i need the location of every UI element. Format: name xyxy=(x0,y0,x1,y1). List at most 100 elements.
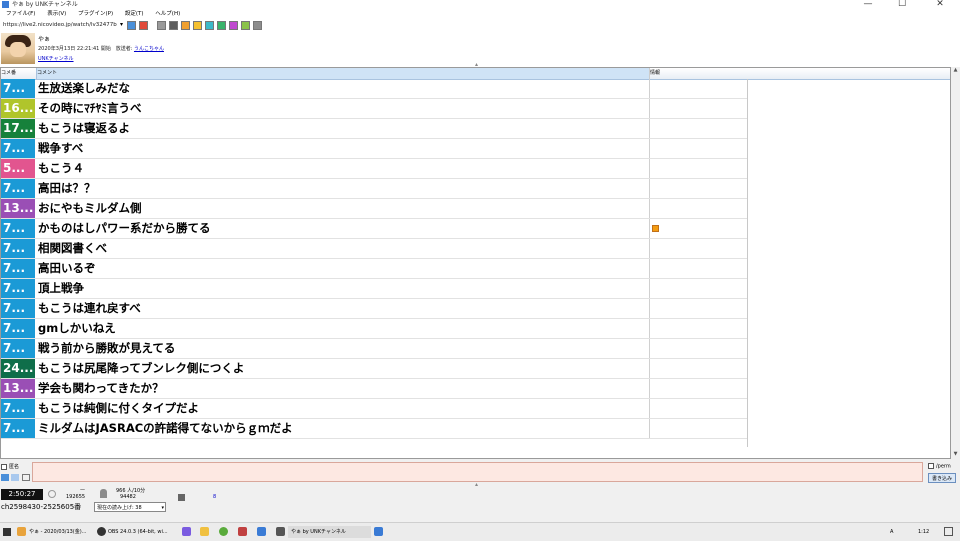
column-header-number[interactable]: コメ番 xyxy=(1,68,35,79)
obs-icon[interactable] xyxy=(97,527,106,536)
url-dropdown-icon[interactable]: ▾ xyxy=(120,21,123,29)
list-scrollbar[interactable]: ▲ ▼ xyxy=(951,67,960,459)
comment-row[interactable]: 7... 戦争すべ xyxy=(1,139,748,159)
comment-row[interactable]: 16... その時にﾏﾁﾔﾐ言うべ xyxy=(1,99,748,119)
app-icon xyxy=(2,1,9,8)
taskbar-icon-5[interactable] xyxy=(238,527,247,536)
grid-view-icon[interactable] xyxy=(11,474,19,481)
comment-info-cell xyxy=(649,219,748,238)
comment-row[interactable]: 24... もこうは尻尾降ってブンレク側につくよ xyxy=(1,359,748,379)
tool-icon-4[interactable] xyxy=(193,21,202,30)
tool-icon-7[interactable] xyxy=(229,21,238,30)
comment-list[interactable]: コメ番 コメント 情報 7... 生放送楽しみだな 16... その時にﾏﾁﾔﾐ言うべ… xyxy=(0,67,951,459)
url-input[interactable]: https://live2.nicovideo.jp/watch/lv32477… xyxy=(3,21,121,29)
comment-text: その時にﾏﾁﾔﾐ言うべ xyxy=(38,101,142,115)
comment-row[interactable]: 13... 学会も関わってきたか？ xyxy=(1,379,748,399)
chrome-icon[interactable] xyxy=(219,527,228,536)
comment-row[interactable]: 5... もこう４ xyxy=(1,159,748,179)
options-icon[interactable] xyxy=(22,474,30,481)
comment-number: 7... xyxy=(1,179,35,198)
comment-text: ミルダムはJASRACの許諾得てないからｇｍだよ xyxy=(38,421,293,435)
post-button[interactable]: 書き込み xyxy=(928,473,956,483)
tool-icon-2[interactable] xyxy=(169,21,178,30)
window-title: やぁ by UNKチャンネル xyxy=(12,1,78,8)
menu-help[interactable]: ヘルプ(H) xyxy=(155,11,180,17)
folder-icon[interactable] xyxy=(200,527,209,536)
viewer-rate: 966 人/10分 xyxy=(116,488,146,494)
minimize-button[interactable]: — xyxy=(856,0,880,9)
comment-row[interactable]: 7... gmしかいねえ xyxy=(1,319,748,339)
scroll-down-icon[interactable]: ▼ xyxy=(952,451,959,458)
taskbar-item-viewer[interactable]: やぁ - 2020/03/13(金)... xyxy=(29,526,93,538)
comment-row[interactable]: 7... 生放送楽しみだな xyxy=(1,79,748,99)
taskbar-item-obs[interactable]: OBS 24.0.3 (64-bit, wi... xyxy=(108,526,174,538)
broadcaster-label: 放送者: xyxy=(115,46,133,52)
comment-info-cell xyxy=(649,139,748,158)
column-header-info[interactable]: 情報 xyxy=(649,68,950,79)
tool-icon-3[interactable] xyxy=(181,21,190,30)
comment-text: 生放送楽しみだな xyxy=(38,81,130,95)
comment-text: gmしかいねえ xyxy=(38,321,116,335)
taskbar-clock[interactable]: 1:12 xyxy=(918,526,938,538)
comment-row[interactable]: 7... 高田いるぞ xyxy=(1,259,748,279)
speech-speed-select[interactable]: 現在の読み上げ: 38 ▾ xyxy=(94,502,166,512)
list-view-icon[interactable] xyxy=(1,474,9,481)
comment-text: もこうは連れ戻すべ xyxy=(38,301,141,315)
perm-checkbox[interactable]: /perm xyxy=(928,463,951,470)
comment-row[interactable]: 7... かものはしパワー系だから勝てる xyxy=(1,219,748,239)
comment-row[interactable]: 7... もこうは純側に付くタイプだよ xyxy=(1,399,748,419)
taskbar-icon-7[interactable] xyxy=(276,527,285,536)
tool-icon-9[interactable] xyxy=(253,21,262,30)
comment-text: 高田いるぞ xyxy=(38,261,96,275)
comment-row[interactable]: 7... もこうは連れ戻すべ xyxy=(1,299,748,319)
ime-indicator[interactable]: A xyxy=(890,526,900,538)
maximize-button[interactable]: ☐ xyxy=(890,0,914,9)
tool-icon-6[interactable] xyxy=(217,21,226,30)
close-button[interactable]: ✕ xyxy=(928,0,952,9)
comment-row[interactable]: 7... 高田は？？ xyxy=(1,179,748,199)
flag-icon[interactable] xyxy=(652,225,659,232)
anonymous-checkbox[interactable]: 匿名 xyxy=(1,463,19,470)
comment-text: かものはしパワー系だから勝てる xyxy=(38,221,211,235)
tool-icon-8[interactable] xyxy=(241,21,250,30)
menu-view[interactable]: 表示(V) xyxy=(47,11,66,17)
taskbar-icon-3[interactable] xyxy=(182,527,191,536)
connect-icon[interactable] xyxy=(127,21,136,30)
comment-info-cell xyxy=(649,399,748,418)
menu-plugin[interactable]: プラグイン(P) xyxy=(78,11,113,17)
stat3-link[interactable]: 8 xyxy=(213,494,216,500)
comment-text: もこうは寝返るよ xyxy=(38,121,130,135)
splitter-grip-icon[interactable]: ▴ xyxy=(475,481,478,488)
taskbar-app-icon[interactable] xyxy=(17,527,26,536)
scroll-up-icon[interactable]: ▲ xyxy=(952,67,959,74)
menu-settings[interactable]: 設定(T) xyxy=(125,11,144,17)
comment-number: 13... xyxy=(1,379,35,398)
notification-icon[interactable] xyxy=(944,527,953,536)
checkbox-icon[interactable] xyxy=(928,463,934,469)
menu-file[interactable]: ファイル(F) xyxy=(6,11,35,17)
column-header-comment[interactable]: コメント xyxy=(36,68,649,79)
chevron-down-icon[interactable]: ▾ xyxy=(161,503,164,513)
comment-info-cell xyxy=(649,99,748,118)
taskbar-icon-6[interactable] xyxy=(257,527,266,536)
comment-row[interactable]: 7... ミルダムはJASRACの許諾得てないからｇｍだよ xyxy=(1,419,748,439)
tool-icon-5[interactable] xyxy=(205,21,214,30)
tool-icon-1[interactable] xyxy=(157,21,166,30)
checkbox-icon[interactable] xyxy=(1,463,7,470)
url-toolbar: https://live2.nicovideo.jp/watch/lv32477… xyxy=(0,19,960,32)
disconnect-icon[interactable] xyxy=(139,21,148,30)
windows-start-icon[interactable] xyxy=(3,528,11,536)
broadcaster-link[interactable]: うんこちゃん xyxy=(134,46,164,52)
taskbar-item-active-window[interactable]: やぁ by UNKチャンネル xyxy=(288,526,371,538)
comment-row[interactable]: 7... 戦う前から勝敗が見えてる xyxy=(1,339,748,359)
comment-row[interactable]: 13... おにやもミルダム側 xyxy=(1,199,748,219)
comment-input[interactable] xyxy=(32,462,923,482)
stop-icon[interactable] xyxy=(178,494,185,501)
title-bar: やぁ by UNKチャンネル — ☐ ✕ xyxy=(0,0,960,9)
channel-link[interactable]: UNKチャンネル xyxy=(38,55,74,62)
comment-info-cell xyxy=(649,119,748,138)
comment-row[interactable]: 17... もこうは寝返るよ xyxy=(1,119,748,139)
comment-row[interactable]: 7... 相関図書くべ xyxy=(1,239,748,259)
taskbar-icon-9[interactable] xyxy=(374,527,383,536)
comment-row[interactable]: 7... 頂上戦争 xyxy=(1,279,748,299)
